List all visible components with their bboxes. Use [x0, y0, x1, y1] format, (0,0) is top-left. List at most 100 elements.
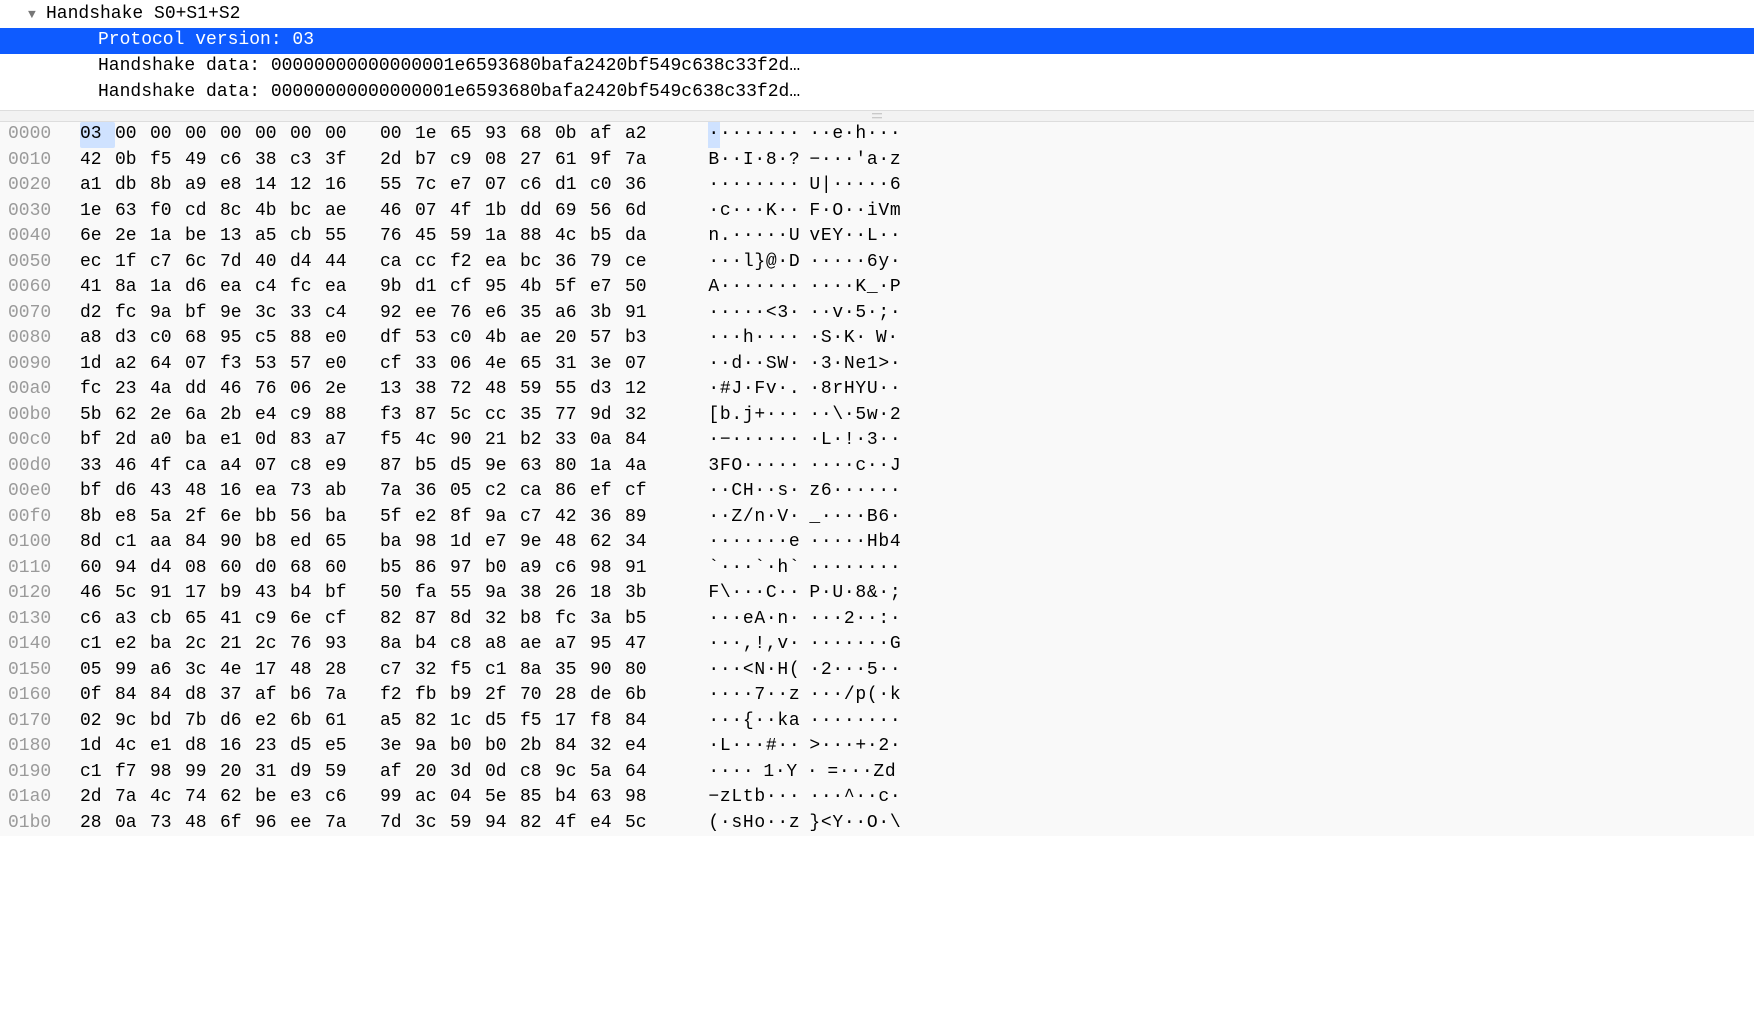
hex-byte[interactable]: 36 — [415, 479, 450, 505]
hex-byte[interactable]: 8b — [80, 505, 115, 531]
hex-byte[interactable]: 69 — [555, 199, 590, 225]
hex-byte[interactable]: 60 — [80, 556, 115, 582]
hex-byte[interactable]: d5 — [485, 709, 520, 735]
hex-byte[interactable]: b7 — [415, 148, 450, 174]
hex-byte[interactable]: 4f — [150, 454, 185, 480]
hex-byte[interactable]: f7 — [115, 760, 150, 786]
ascii-char[interactable]: · — [789, 403, 801, 429]
hex-row[interactable]: 01801d4ce1d81623d5e53e9ab0b02b8432e4·L··… — [0, 734, 1754, 760]
hex-byte[interactable]: 20 — [555, 326, 590, 352]
ascii-char[interactable]: · — [867, 709, 879, 735]
hex-byte[interactable]: 6c — [185, 250, 220, 276]
ascii-char[interactable]: · — [855, 530, 867, 556]
hex-byte[interactable]: 3b — [590, 301, 625, 327]
ascii-char[interactable]: · — [844, 556, 856, 582]
tree-node-handshake[interactable]: ▼ Handshake S0+S1+S2 — [0, 2, 1754, 28]
hex-byte[interactable]: 72 — [450, 377, 485, 403]
ascii-char[interactable]: · — [821, 632, 833, 658]
ascii-char[interactable]: · — [754, 428, 766, 454]
hex-byte[interactable]: 07 — [485, 173, 520, 199]
ascii-char[interactable]: 3 — [708, 454, 720, 480]
ascii-char[interactable]: · — [867, 632, 879, 658]
ascii-char[interactable]: · — [754, 148, 766, 174]
hex-byte[interactable]: 8a — [380, 632, 415, 658]
ascii-char[interactable]: U — [809, 173, 821, 199]
hex-byte[interactable]: 90 — [450, 428, 485, 454]
ascii-char[interactable]: · — [789, 454, 801, 480]
ascii-char[interactable]: · — [766, 454, 778, 480]
hex-row[interactable]: 01008dc1aa8490b8ed65ba981de79e486234····… — [0, 530, 1754, 556]
ascii-char[interactable]: · — [777, 199, 789, 225]
tree-node-handshake-data[interactable]: Handshake data: 00000000000000001e659368… — [0, 54, 1754, 80]
ascii-char[interactable]: z — [789, 683, 801, 709]
ascii-char[interactable]: · — [855, 632, 867, 658]
ascii-char[interactable]: · — [720, 122, 732, 148]
hex-row[interactable]: 00b05b622e6a2be4c988f3875ccc35779d32[b.j… — [0, 403, 1754, 429]
hex-byte[interactable]: 4a — [150, 377, 185, 403]
hex-byte[interactable]: c1 — [80, 760, 115, 786]
ascii-char[interactable]: d — [885, 760, 897, 786]
ascii-char[interactable]: · — [743, 581, 755, 607]
ascii-char[interactable]: · — [809, 326, 821, 352]
hex-byte[interactable]: 48 — [485, 377, 520, 403]
ascii-char[interactable]: · — [878, 275, 890, 301]
hex-byte[interactable]: 46 — [220, 377, 255, 403]
hex-byte[interactable]: 33 — [290, 301, 325, 327]
ascii-char[interactable]: · — [887, 326, 899, 352]
hex-byte[interactable]: fa — [415, 581, 450, 607]
ascii-char[interactable]: A — [708, 275, 720, 301]
hex-byte[interactable]: f5 — [520, 709, 555, 735]
hex-byte[interactable]: ba — [325, 505, 360, 531]
ascii-char[interactable]: · — [844, 479, 856, 505]
hex-byte[interactable]: 55 — [450, 581, 485, 607]
hex-byte[interactable]: e3 — [290, 785, 325, 811]
hex-byte[interactable]: 84 — [625, 709, 660, 735]
ascii-char[interactable]: · — [821, 607, 833, 633]
hex-byte[interactable]: 41 — [220, 607, 255, 633]
ascii-char[interactable]: W — [777, 352, 789, 378]
hex-byte[interactable]: c2 — [485, 479, 520, 505]
ascii-char[interactable]: · — [855, 224, 867, 250]
ascii-char[interactable]: 6 — [890, 173, 902, 199]
ascii-char[interactable]: · — [708, 505, 720, 531]
ascii-char[interactable]: · — [809, 683, 821, 709]
ascii-char[interactable]: · — [708, 250, 720, 276]
hex-byte[interactable]: 17 — [185, 581, 220, 607]
hex-row[interactable]: 00c0bf2da0bae10d83a7f54c9021b2330a84·−··… — [0, 428, 1754, 454]
ascii-char[interactable]: · — [731, 122, 743, 148]
ascii-char[interactable]: · — [708, 122, 720, 148]
hex-byte[interactable]: c0 — [150, 326, 185, 352]
ascii-char[interactable]: J — [890, 454, 902, 480]
hex-byte[interactable]: 35 — [520, 403, 555, 429]
hex-byte[interactable]: c6 — [80, 607, 115, 633]
ascii-char[interactable]: · — [850, 760, 862, 786]
ascii-char[interactable]: H — [743, 479, 755, 505]
hex-byte[interactable]: 9a — [415, 734, 450, 760]
hex-byte[interactable]: 59 — [325, 760, 360, 786]
hex-byte[interactable]: 7d — [380, 811, 415, 837]
ascii-char[interactable]: · — [789, 734, 801, 760]
ascii-char[interactable]: · — [766, 173, 778, 199]
ascii-char[interactable]: · — [855, 326, 867, 352]
ascii-char[interactable]: · — [777, 224, 789, 250]
hex-byte[interactable]: be — [185, 224, 220, 250]
ascii-char[interactable]: · — [743, 454, 755, 480]
ascii-char[interactable]: · — [743, 199, 755, 225]
ascii-char[interactable]: Y — [832, 811, 844, 837]
hex-byte[interactable]: 2e — [325, 377, 360, 403]
hex-byte[interactable]: fb — [415, 683, 450, 709]
hex-row[interactable]: 01a02d7a4c7462bee3c699ac045e85b46398−zLt… — [0, 785, 1754, 811]
ascii-char[interactable]: b — [878, 530, 890, 556]
ascii-char[interactable]: S — [766, 352, 778, 378]
hex-row[interactable]: 00000300000000000000001e6593680bafa2····… — [0, 122, 1754, 148]
ascii-char[interactable]: B — [708, 148, 720, 174]
ascii-char[interactable]: . — [720, 224, 732, 250]
hex-byte[interactable]: 92 — [380, 301, 415, 327]
hex-byte[interactable]: e7 — [450, 173, 485, 199]
ascii-char[interactable]: n — [754, 505, 766, 531]
ascii-char[interactable]: · — [775, 760, 787, 786]
ascii-char[interactable]: F — [720, 454, 732, 480]
ascii-char[interactable]: k — [777, 709, 789, 735]
hex-byte[interactable]: de — [590, 683, 625, 709]
ascii-char[interactable]: ^ — [844, 785, 856, 811]
